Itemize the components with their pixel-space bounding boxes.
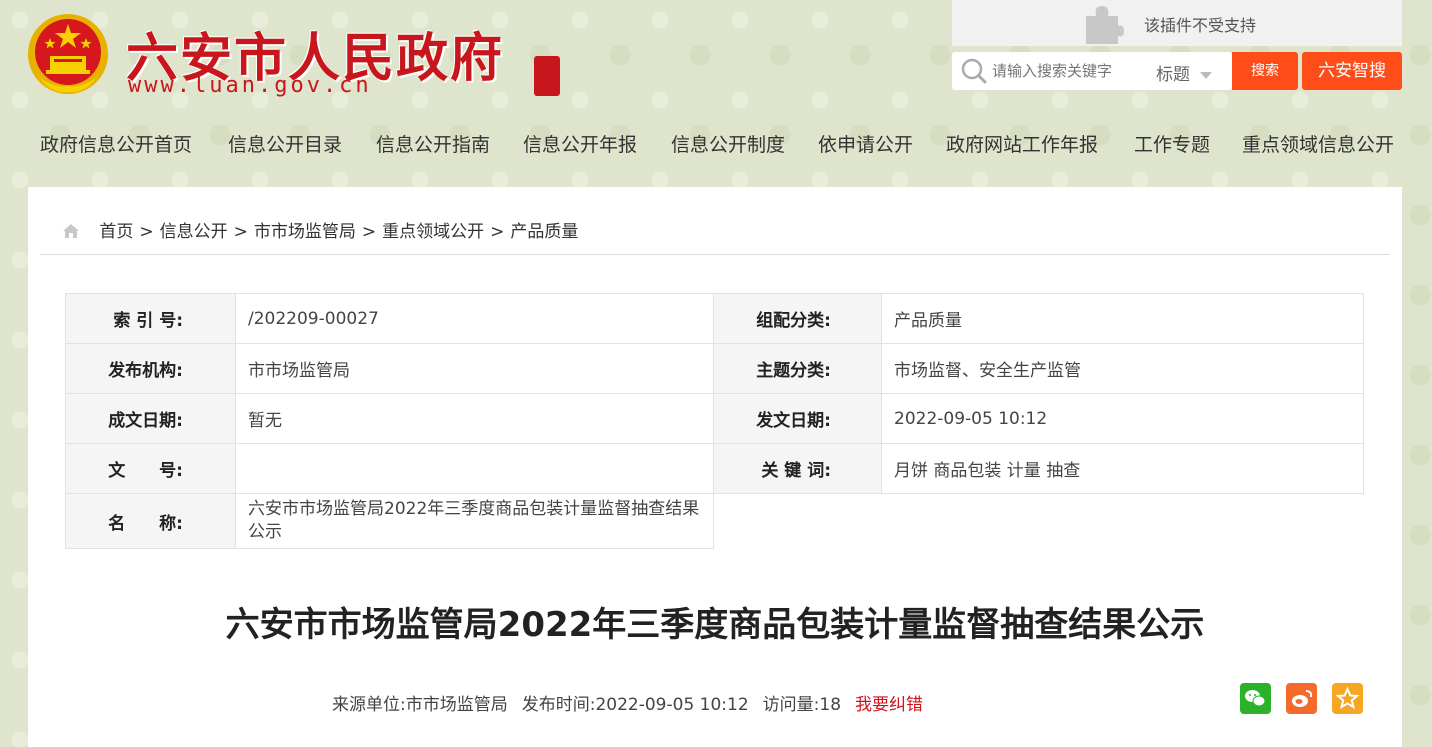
search-button[interactable]: 搜索 xyxy=(1232,52,1298,90)
breadcrumb-separator: > xyxy=(361,222,377,242)
source-label: 来源单位: xyxy=(332,695,406,715)
doc-number-value xyxy=(235,443,714,494)
doc-number-label: 文 号: xyxy=(65,443,236,494)
index-value: /202209-00027 xyxy=(235,293,714,344)
plugin-placeholder: 该插件不受支持 xyxy=(952,0,1402,46)
nav-item-system[interactable]: 信息公开制度 xyxy=(671,130,785,157)
source-value: 市市场监管局 xyxy=(405,695,508,715)
puzzle-piece-icon xyxy=(1086,6,1124,44)
keywords-label: 关 键 词: xyxy=(713,443,882,494)
breadcrumb-separator: > xyxy=(490,222,505,242)
publish-time-label: 发布时间: xyxy=(521,695,596,715)
nav-item-home[interactable]: 政府信息公开首页 xyxy=(40,130,192,157)
breadcrumb-bureau[interactable]: 市市场监管局 xyxy=(254,222,356,242)
table-row: 索 引 号: /202209-00027 组配分类: 产品质量 xyxy=(65,293,1364,344)
home-icon xyxy=(63,224,79,238)
topic-label: 主题分类: xyxy=(713,343,882,394)
search-icon xyxy=(961,58,987,84)
site-url: www.luan.gov.cn xyxy=(128,73,372,98)
views-count: 18 xyxy=(819,695,842,715)
empty-cell xyxy=(714,494,1364,549)
table-row: 文 号: 关 键 词: 月饼 商品包装 计量 抽查 xyxy=(65,443,1364,494)
nav-item-topics[interactable]: 工作专题 xyxy=(1134,130,1210,157)
publish-time-value: 2022-09-05 10:12 xyxy=(595,695,749,715)
name-value: 六安市市场监管局2022年三季度商品包装计量监督抽查结果公示 xyxy=(235,493,714,549)
nav-item-key-areas[interactable]: 重点领域信息公开 xyxy=(1242,130,1394,157)
search-box: 标题 xyxy=(952,52,1232,90)
issued-date-label: 发文日期: xyxy=(713,393,882,444)
nav-item-annual-report[interactable]: 信息公开年报 xyxy=(523,130,637,157)
breadcrumb: 首页 > 信息公开 > 市市场监管局 > 重点领域公开 > 产品质量 xyxy=(62,217,578,242)
site-logo[interactable]: 六安市人民政府 www.luan.gov.cn xyxy=(26,10,586,105)
category-value: 产品质量 xyxy=(881,293,1364,344)
index-label: 索 引 号: xyxy=(65,293,236,344)
chevron-down-icon xyxy=(1200,71,1212,79)
content-panel: 首页 > 信息公开 > 市市场监管局 > 重点领域公开 > 产品质量 索 引 号: /20220… xyxy=(28,187,1402,747)
publisher-value: 市市场监管局 xyxy=(235,343,714,394)
issued-date-value: 2022-09-05 10:12 xyxy=(881,393,1364,444)
article-title: 六安市市场监管局2022年三季度商品包装计量监督抽查结果公示 xyxy=(225,605,1205,645)
search-scope-value: 标题 xyxy=(1156,65,1190,85)
breadcrumb-product-quality[interactable]: 产品质量 xyxy=(510,222,578,242)
wechat-icon xyxy=(1245,690,1266,707)
created-date-label: 成文日期: xyxy=(65,393,236,444)
breadcrumb-home[interactable]: 首页 xyxy=(99,222,133,242)
star-icon xyxy=(1335,686,1360,710)
views-label: 访问量: xyxy=(762,695,820,715)
nav-item-catalog[interactable]: 信息公开目录 xyxy=(228,130,342,157)
topic-value: 市场监督、安全生产监管 xyxy=(881,343,1364,394)
red-seal-stamp xyxy=(534,56,560,96)
add-favorite-button[interactable] xyxy=(1332,683,1363,714)
table-row: 成文日期: 暂无 发文日期: 2022-09-05 10:12 xyxy=(65,393,1364,444)
breadcrumb-separator: > xyxy=(139,222,154,242)
weibo-icon xyxy=(1292,690,1313,707)
metadata-table: 索 引 号: /202209-00027 组配分类: 产品质量 发布机构: 市市… xyxy=(65,293,1364,549)
table-row: 发布机构: 市市场监管局 主题分类: 市场监督、安全生产监管 xyxy=(65,343,1364,394)
search-scope-select[interactable]: 标题 xyxy=(1156,60,1212,85)
breadcrumb-info[interactable]: 信息公开 xyxy=(160,222,228,242)
share-wechat-button[interactable] xyxy=(1240,683,1271,714)
breadcrumb-separator: > xyxy=(233,222,248,242)
breadcrumb-key-areas[interactable]: 重点领域公开 xyxy=(382,222,484,242)
created-date-value: 暂无 xyxy=(235,393,714,444)
national-emblem-icon xyxy=(28,14,108,94)
category-label: 组配分类: xyxy=(713,293,882,344)
publisher-label: 发布机构: xyxy=(65,343,236,394)
name-label: 名 称: xyxy=(65,493,236,549)
report-error-link[interactable]: 我要纠错 xyxy=(855,695,923,715)
smart-search-button[interactable]: 六安智搜 xyxy=(1302,52,1402,90)
nav-item-website-report[interactable]: 政府网站工作年报 xyxy=(946,130,1098,157)
plugin-unsupported-text: 该插件不受支持 xyxy=(1144,16,1257,35)
nav-item-guide[interactable]: 信息公开指南 xyxy=(376,130,490,157)
main-nav: 政府信息公开首页 信息公开目录 信息公开指南 信息公开年报 信息公开制度 依申请… xyxy=(40,130,1410,158)
article-meta: 来源单位:市市场监管局 发布时间:2022-09-05 10:12 访问量:18 我要… xyxy=(332,690,923,715)
keywords-value: 月饼 商品包装 计量 抽查 xyxy=(881,443,1364,494)
search-input[interactable] xyxy=(992,60,1132,82)
nav-item-request[interactable]: 依申请公开 xyxy=(818,130,913,157)
share-weibo-button[interactable] xyxy=(1286,683,1317,714)
table-row: 名 称: 六安市市场监管局2022年三季度商品包装计量监督抽查结果公示 xyxy=(65,493,1364,549)
divider xyxy=(40,254,1390,255)
